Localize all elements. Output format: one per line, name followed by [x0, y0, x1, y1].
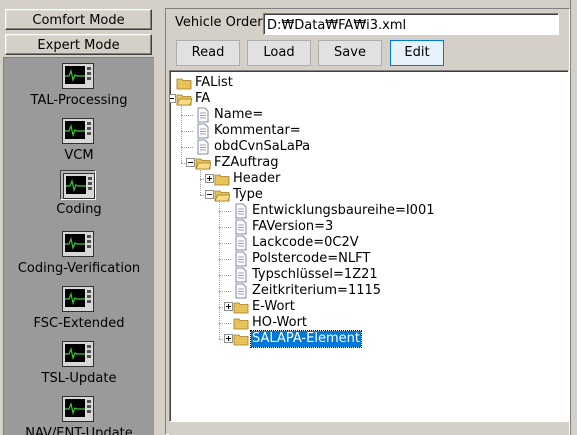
tree-node-label: FA [195, 91, 211, 106]
function-nav-panel: TAL-Processing VCM Coding Coding-Verificati… [3, 57, 154, 435]
tree-folder-node[interactable]: Type [170, 187, 566, 203]
tree-node-label: obdCvnSaLaPa [214, 139, 311, 154]
tree-leaf-node[interactable]: Typschlüssel=1Z21 [170, 267, 566, 283]
nav-item-fsc-extended[interactable]: FSC-Extended [4, 284, 154, 338]
tree-node-label: Kommentar= [214, 123, 301, 138]
nav-item-coding-verification[interactable]: Coding-Verification [4, 229, 154, 283]
tree-leaf-node[interactable]: obdCvnSaLaPa [170, 139, 566, 155]
tree-node-label: Polstercode=NLFT [252, 251, 371, 266]
tree-leaf-node[interactable]: Polstercode=NLFT [170, 251, 566, 267]
nav-item-label: FSC-Extended [33, 316, 125, 331]
read-button[interactable]: Read [176, 40, 240, 66]
expand-icon[interactable] [224, 334, 233, 343]
tree-node-label: Entwicklungsbaureihe=I001 [252, 203, 435, 218]
nav-item-label: TSL-Update [41, 371, 117, 386]
vehicle-order-label: Vehicle Order [175, 15, 263, 30]
edit-button[interactable]: Edit [390, 40, 444, 66]
nav-item-label: VCM [64, 148, 94, 163]
monitor-heartbeat-icon [60, 116, 96, 146]
window-edge [570, 0, 577, 435]
monitor-heartbeat-icon [60, 170, 96, 200]
tree-folder-node[interactable]: E-Wort [170, 299, 566, 315]
nav-item-coding[interactable]: Coding [4, 170, 154, 224]
tree-folder-node[interactable]: HO-Wort [170, 315, 566, 331]
expert-mode-button[interactable]: Expert Mode [5, 34, 152, 55]
nav-scrollbar[interactable] [155, 57, 159, 435]
tree-node-label: FAVersion=3 [252, 219, 334, 234]
collapse-icon[interactable] [205, 190, 214, 199]
expand-icon[interactable] [205, 174, 214, 183]
nav-item-nav-ent-update[interactable]: NAV/ENT-Update [4, 394, 154, 435]
tree-node-label: Typschlüssel=1Z21 [252, 267, 378, 282]
load-button[interactable]: Load [247, 40, 311, 66]
tree-node-label: SALAPA-Element [250, 330, 362, 348]
fa-tree-view[interactable]: FAList FA Name= Kommentar= obdCvnSaLaPa FZAuf… [169, 70, 569, 422]
save-button[interactable]: Save [318, 40, 382, 66]
nav-item-tsl-update[interactable]: TSL-Update [4, 339, 154, 393]
nav-item-vcm[interactable]: VCM [4, 116, 154, 170]
expand-icon[interactable] [224, 302, 233, 311]
tree-folder-node[interactable]: FAList [170, 75, 566, 91]
monitor-heartbeat-icon [60, 229, 96, 259]
tree-folder-node[interactable]: FA [170, 91, 566, 107]
tree-leaf-node[interactable]: Entwicklungsbaureihe=I001 [170, 203, 566, 219]
tree-folder-node[interactable]: FZAuftrag [170, 155, 566, 171]
tree-leaf-node[interactable]: Lackcode=0C2V [170, 235, 566, 251]
tree-node-label: Name= [214, 107, 264, 122]
tree-leaf-node[interactable]: Kommentar= [170, 123, 566, 139]
nav-item-label: Coding [56, 202, 102, 217]
nav-item-label: Coding-Verification [17, 261, 141, 276]
monitor-heartbeat-icon [60, 61, 96, 91]
comfort-mode-button[interactable]: Comfort Mode [5, 9, 152, 30]
folder-icon [233, 331, 249, 352]
tree-folder-node[interactable]: Header [170, 171, 566, 187]
tree-node-label: FAList [195, 75, 233, 90]
monitor-heartbeat-icon [60, 339, 96, 369]
monitor-heartbeat-icon [60, 394, 96, 424]
tree-node-label: Header [233, 171, 281, 186]
vehicle-order-path-input[interactable] [263, 13, 559, 35]
tree-node-label: Zeitkriterium=1115 [252, 283, 382, 298]
nav-item-tal-processing[interactable]: TAL-Processing [4, 61, 154, 115]
tree-node-label: HO-Wort [252, 315, 308, 330]
tree-node-label: Lackcode=0C2V [252, 235, 359, 250]
tree-leaf-node[interactable]: Zeitkriterium=1115 [170, 283, 566, 299]
tree-horizontal-scrollbar[interactable] [169, 422, 569, 435]
tree-leaf-node[interactable]: FAVersion=3 [170, 219, 566, 235]
monitor-heartbeat-icon [60, 284, 96, 314]
tree-node-label: Type [233, 187, 263, 202]
nav-item-label: TAL-Processing [30, 93, 128, 108]
tree-leaf-node[interactable]: Name= [170, 107, 566, 123]
collapse-icon[interactable] [170, 94, 176, 103]
tree-node-label: FZAuftrag [214, 155, 279, 170]
nav-item-label: NAV/ENT-Update [25, 426, 133, 435]
collapse-icon[interactable] [186, 158, 195, 167]
tree-node-label: E-Wort [252, 299, 295, 314]
tree-folder-node[interactable]: SALAPA-Element [170, 330, 566, 348]
